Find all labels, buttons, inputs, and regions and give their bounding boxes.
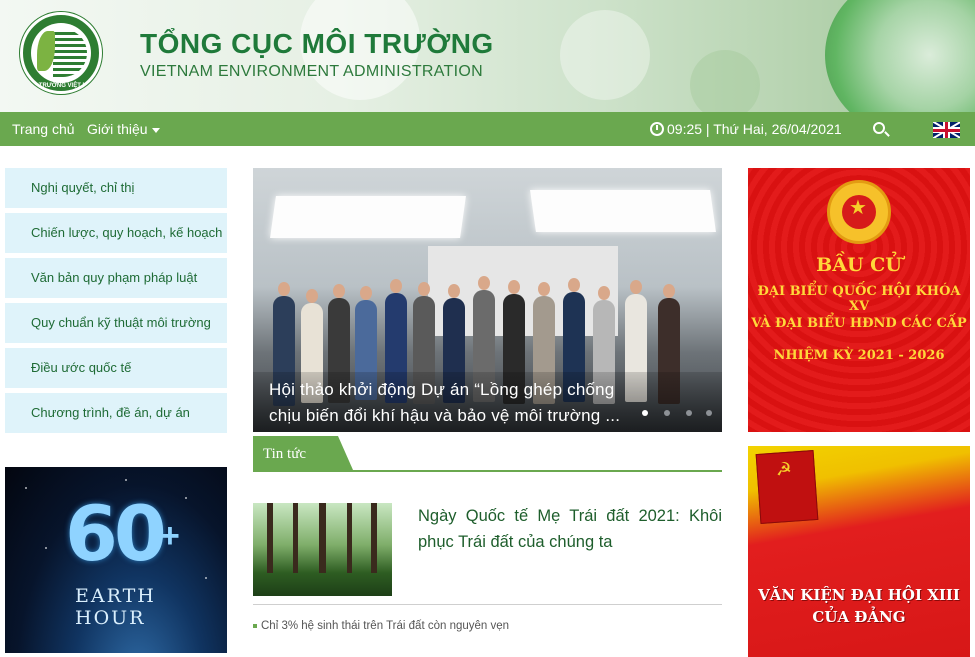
earth-hour-plus: + <box>160 517 180 555</box>
english-flag-icon[interactable] <box>933 122 960 138</box>
party-line2: CỦA ĐẢNG <box>812 608 906 626</box>
star <box>185 497 187 499</box>
election-banner[interactable]: ★ BẦU CỬ ĐẠI BIỂU QUỐC HỘI KHÓA XV VÀ ĐẠ… <box>748 168 970 432</box>
national-emblem-icon: ★ <box>827 180 891 244</box>
logo-text: MÔI TRƯỜNG VIỆT NAM <box>25 83 97 89</box>
chevron-down-icon <box>151 127 160 133</box>
news-section-header: Tin tức <box>253 436 722 472</box>
nav-home[interactable]: Trang chủ <box>12 121 75 137</box>
slide-caption-line1: Hội thảo khởi động Dự án “Lồng ghép chốn… <box>269 380 615 399</box>
header-bokeh <box>690 50 760 112</box>
star <box>205 577 207 579</box>
tree <box>267 503 273 573</box>
sidebar-item-strategy[interactable]: Chiến lược, quy hoạch, kế hoạch <box>5 213 227 253</box>
tree <box>347 503 352 573</box>
head <box>568 278 580 292</box>
head <box>508 280 520 294</box>
header-bokeh <box>560 10 650 100</box>
main-nav: Trang chủ Giới thiệu 09:25 | Thứ Hai, 26… <box>0 112 975 146</box>
search-icon[interactable] <box>873 122 885 134</box>
head <box>448 284 460 298</box>
star <box>45 547 47 549</box>
news-featured-title[interactable]: Ngày Quốc tế Mẹ Trái đất 2021: Khôi phục… <box>418 503 722 555</box>
election-line2: ĐẠI BIỂU QUỐC HỘI KHÓA XV <box>757 284 961 314</box>
flag-red-v <box>945 122 948 138</box>
election-line3: VÀ ĐẠI BIỂU HĐND CÁC CẤP <box>751 316 967 331</box>
head <box>418 282 430 296</box>
head <box>360 286 372 300</box>
star <box>125 479 127 481</box>
news-list-item-text: Chỉ 3% hệ sinh thái trên Trái đất còn ng… <box>261 620 510 632</box>
head <box>390 279 402 293</box>
site-header: MÔI TRƯỜNG VIỆT NAM TỔNG CỤC MÔI TRƯỜNG … <box>0 0 975 112</box>
datetime-display: 09:25 | Thứ Hai, 26/04/2021 <box>667 121 842 137</box>
earth-hour-number: 60 <box>65 489 167 578</box>
site-logo[interactable]: MÔI TRƯỜNG VIỆT NAM <box>20 12 102 94</box>
earth-hour-line2: HOUR <box>75 607 146 629</box>
ceiling-light <box>530 190 716 232</box>
election-line4: NHIỆM KỲ 2021 - 2026 <box>773 348 945 363</box>
slider-dot-active[interactable] <box>642 410 648 416</box>
star <box>25 487 27 489</box>
head <box>598 286 610 300</box>
election-line1: BẦU CỬ <box>816 254 902 276</box>
news-list-item[interactable]: Chỉ 3% hệ sinh thái trên Trái đất còn ng… <box>253 620 509 632</box>
ceiling-light <box>270 196 466 238</box>
head <box>333 284 345 298</box>
site-subtitle: VIETNAM ENVIRONMENT ADMINISTRATION <box>140 63 483 80</box>
star-icon: ★ <box>849 197 867 219</box>
tree <box>319 503 326 573</box>
head <box>278 282 290 296</box>
divider <box>253 604 722 605</box>
sidebar-item-resolutions[interactable]: Nghị quyết, chỉ thị <box>5 168 227 208</box>
clock-icon <box>650 122 664 136</box>
nav-about[interactable]: Giới thiệu <box>87 121 160 137</box>
head <box>306 289 318 303</box>
slider-dot[interactable] <box>664 410 670 416</box>
slide-caption-line2: chịu biến đổi khí hậu và bảo vệ môi trườ… <box>269 406 621 425</box>
slider-dot[interactable] <box>706 410 712 416</box>
sidebar-item-programs[interactable]: Chương trình, đề án, dự án <box>5 393 227 433</box>
sidebar-menu: Nghị quyết, chỉ thị Chiến lược, quy hoạc… <box>5 168 227 438</box>
hammer-sickle-icon: ☭ <box>775 458 793 480</box>
globe-graphic <box>825 0 975 112</box>
tab-news[interactable]: Tin tức <box>253 436 353 470</box>
head <box>538 282 550 296</box>
slider-dot[interactable] <box>686 410 692 416</box>
site-title: TỔNG CỤC MÔI TRƯỜNG <box>140 28 494 59</box>
nav-about-label: Giới thiệu <box>87 121 148 137</box>
tree <box>293 503 298 573</box>
document-book-icon: ☭ <box>755 450 819 524</box>
earth-hour-banner[interactable]: 60 + EARTH HOUR <box>5 467 227 653</box>
slide-caption[interactable]: Hội thảo khởi động Dự án “Lồng ghép chốn… <box>253 372 722 432</box>
party-congress-banner[interactable]: ☭ VĂN KIỆN ĐẠI HỘI XIII CỦA ĐẢNG <box>748 446 970 657</box>
news-thumbnail[interactable] <box>253 503 392 596</box>
sidebar-item-legal-docs[interactable]: Văn bản quy phạm pháp luật <box>5 258 227 298</box>
bullet-icon <box>253 623 257 628</box>
news-slider[interactable]: Hội thảo khởi động Dự án “Lồng ghép chốn… <box>253 168 722 432</box>
party-line1: VĂN KIỆN ĐẠI HỘI XIII <box>758 586 960 604</box>
head <box>663 284 675 298</box>
tree <box>371 503 377 573</box>
head <box>630 280 642 294</box>
sidebar-item-treaties[interactable]: Điều ước quốc tế <box>5 348 227 388</box>
sidebar-item-standards[interactable]: Quy chuẩn kỹ thuật môi trường <box>5 303 227 343</box>
earth-hour-line1: EARTH <box>75 585 156 607</box>
head <box>478 276 490 290</box>
